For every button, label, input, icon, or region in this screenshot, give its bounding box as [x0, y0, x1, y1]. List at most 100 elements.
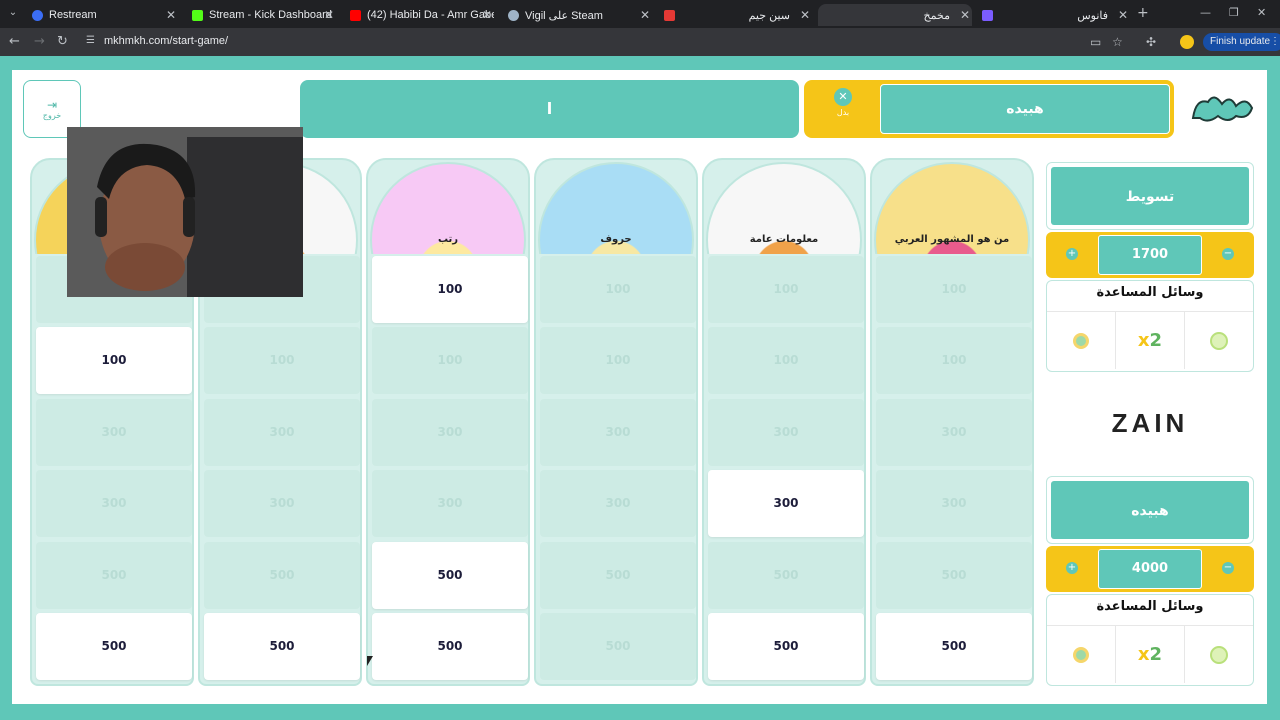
team-1-call-friend-button[interactable]: [1047, 312, 1115, 369]
tab-title: Stream - Kick Dashboard: [209, 9, 332, 21]
cast-icon[interactable]: ▭: [1090, 35, 1101, 49]
question-cell[interactable]: 500: [204, 613, 360, 680]
question-cell[interactable]: 500: [708, 613, 864, 680]
category-column: حروف 100 100 300 300 500 500: [534, 158, 698, 686]
youtube-favicon-icon: [350, 9, 361, 21]
tab-title: مخمخ: [923, 9, 950, 22]
exit-label: خروج: [42, 111, 62, 120]
restore-icon[interactable]: ❐: [1229, 7, 1239, 19]
team-1-help-box: وسائل المساعدة x2: [1046, 280, 1254, 372]
steam-favicon-icon: [508, 9, 519, 21]
tab-fanoos[interactable]: فانوس ✕: [1004, 4, 1130, 26]
question-cell: 500: [540, 542, 696, 609]
bookmark-star-icon[interactable]: ☆: [1112, 35, 1123, 49]
team-2-call-friend-button[interactable]: [1047, 626, 1115, 683]
question-cell[interactable]: 300: [708, 470, 864, 537]
team-2-timer-button[interactable]: [1184, 626, 1253, 683]
extensions-icon[interactable]: ✣: [1146, 35, 1156, 49]
close-tab-icon[interactable]: ✕: [800, 8, 810, 22]
finish-update-button[interactable]: Finish update ⋮: [1203, 33, 1280, 51]
red-favicon-icon: [664, 9, 675, 21]
question-cell: 300: [204, 470, 360, 537]
question-cell[interactable]: 500: [372, 542, 528, 609]
timer-icon: [1210, 331, 1228, 350]
current-team-name: هبيده: [880, 84, 1170, 134]
category-header: حروف: [536, 160, 696, 254]
team-2-minus-icon[interactable]: −: [1222, 562, 1234, 574]
webcam-overlay: [67, 127, 303, 297]
tab-search-icon[interactable]: ⌄: [6, 6, 20, 20]
close-tab-icon[interactable]: ✕: [324, 8, 334, 22]
close-tab-icon[interactable]: ✕: [640, 8, 650, 22]
tab-restream[interactable]: Restream ✕: [26, 4, 178, 26]
category-title: من هو المشهور العربي: [894, 234, 1010, 245]
question-cell: 500: [36, 542, 192, 609]
team-1-name-box: تسويط: [1046, 162, 1254, 230]
question-cell[interactable]: 500: [372, 613, 528, 680]
url-field[interactable]: mkhmkh.com/start-game/: [104, 35, 228, 47]
question-cell: 500: [708, 542, 864, 609]
close-tab-icon[interactable]: ✕: [960, 8, 970, 22]
team-1-timer-button[interactable]: [1184, 312, 1253, 369]
question-cell: 300: [36, 470, 192, 537]
question-cell[interactable]: 500: [36, 613, 192, 680]
question-cell: 100: [540, 327, 696, 394]
site-info-icon[interactable]: ☰: [86, 36, 96, 46]
page-viewport: ⇥ خروج ا ✕ بدل هبيده من هو المشهور العرب…: [0, 56, 1280, 720]
question-cell: 100: [540, 256, 696, 323]
question-cell: 100: [876, 327, 1032, 394]
question-cell: 300: [540, 470, 696, 537]
minimize-icon[interactable]: —: [1200, 7, 1211, 19]
double-points-icon: x2: [1137, 644, 1163, 665]
question-cell: 300: [876, 470, 1032, 537]
purple-favicon-icon: [982, 9, 993, 21]
team-2-help-box: وسائل المساعدة x2: [1046, 594, 1254, 686]
team-1-double-points-button[interactable]: x2: [1115, 312, 1184, 369]
team-1-plus-icon[interactable]: +: [1066, 248, 1078, 260]
question-cell[interactable]: 100: [372, 256, 528, 323]
close-tab-icon[interactable]: ✕: [166, 8, 176, 22]
cancel-question-button[interactable]: ✕ بدل: [826, 88, 860, 130]
tab-title: سين جيم: [748, 9, 790, 22]
close-tab-icon[interactable]: ✕: [1118, 8, 1128, 22]
browser-tab-strip: ⌄ Restream ✕ Stream - Kick Dashboard ✕ (…: [0, 0, 1280, 28]
new-tab-icon[interactable]: +: [1137, 6, 1149, 20]
close-window-icon[interactable]: ✕: [1257, 7, 1266, 19]
category-column: معلومات عامة 100 100 300 300 500 500: [702, 158, 866, 686]
close-tab-icon[interactable]: ✕: [482, 8, 492, 22]
tab-sin-jim[interactable]: سين جيم ✕: [690, 4, 812, 26]
forward-icon[interactable]: →: [34, 34, 45, 50]
team-1-help-tools: x2: [1047, 311, 1253, 369]
back-icon[interactable]: ←: [9, 34, 20, 50]
question-cell: 100: [708, 327, 864, 394]
team-2-score: 4000: [1098, 549, 1202, 589]
question-cell[interactable]: 100: [36, 327, 192, 394]
tab-kick-dashboard[interactable]: Stream - Kick Dashboard ✕: [186, 4, 336, 26]
team-1-minus-icon[interactable]: −: [1222, 248, 1234, 260]
tab-purple-site[interactable]: [976, 4, 998, 26]
question-cell: 100: [372, 327, 528, 394]
profile-avatar[interactable]: [1180, 35, 1194, 49]
team-1-score-bar: + 1700 −: [1046, 232, 1254, 278]
tab-red-site[interactable]: [658, 4, 682, 26]
tab-youtube[interactable]: (42) Habibi Da - Amr Gaber | ( ✕: [344, 4, 494, 26]
tab-steam[interactable]: Vigil على Steam ✕: [502, 4, 652, 26]
team-2-name-box: هبيده: [1046, 476, 1254, 544]
finish-update-label: Finish update: [1210, 36, 1271, 47]
call-friend-icon: [1073, 646, 1089, 663]
question-cell: 300: [204, 399, 360, 466]
category-title: حروف: [600, 234, 632, 245]
question-cell: 500: [540, 613, 696, 680]
call-friend-icon: [1073, 332, 1089, 349]
reload-icon[interactable]: ↻: [57, 34, 68, 50]
category-title: رتب: [437, 234, 459, 245]
tab-title: Restream: [49, 9, 97, 21]
question-cell: 300: [540, 399, 696, 466]
team-2-double-points-button[interactable]: x2: [1115, 626, 1184, 683]
category-column: من هو المشهور العربي 100 100 300 300 500 500: [870, 158, 1034, 686]
question-cell[interactable]: 500: [876, 613, 1032, 680]
team-2-plus-icon[interactable]: +: [1066, 562, 1078, 574]
sponsor-logo: ZAIN: [1111, 408, 1189, 438]
tab-mkhmkh[interactable]: مخمخ ✕: [818, 4, 972, 26]
team-2-help-title: وسائل المساعدة: [1096, 599, 1204, 614]
